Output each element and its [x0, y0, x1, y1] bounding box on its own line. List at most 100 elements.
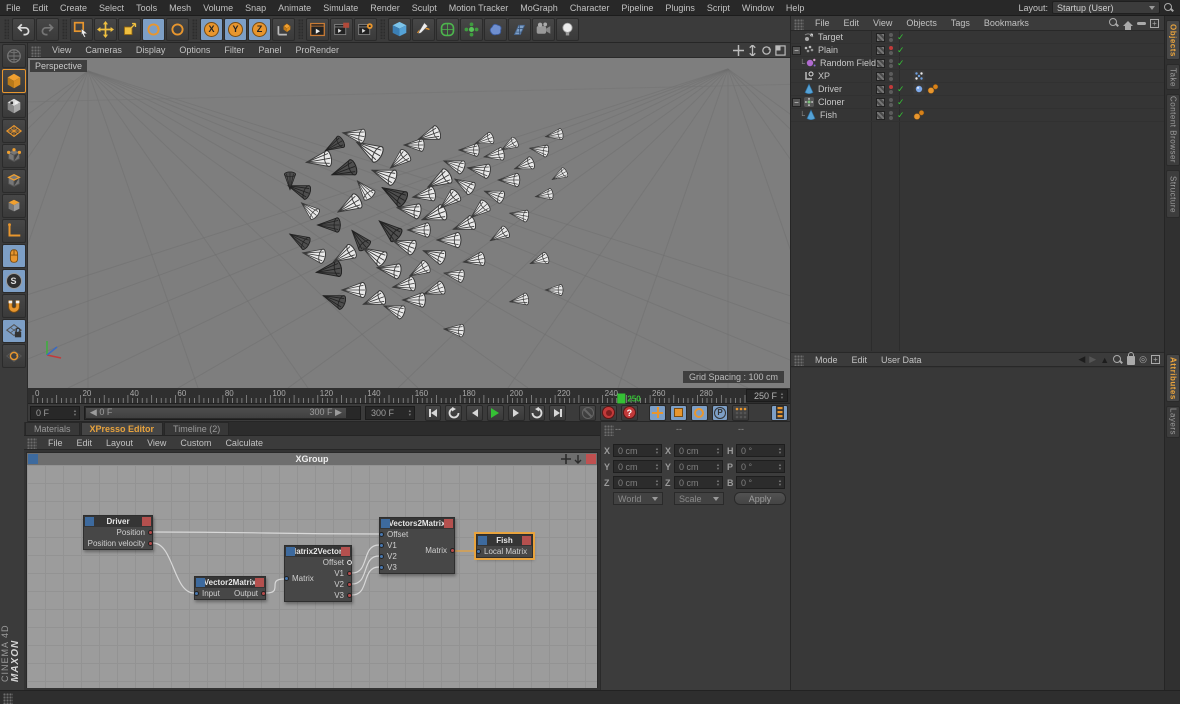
object-row-driver[interactable]: Driver ✓: [791, 83, 1164, 96]
visibility-dot[interactable]: [889, 38, 893, 42]
scene-cone[interactable]: [329, 159, 358, 183]
object-row-fish[interactable]: └Fish✓: [791, 109, 1164, 122]
scene-cone[interactable]: [528, 251, 550, 269]
xpresso-node-driver[interactable]: DriverPositionPosition velocity: [83, 515, 153, 550]
om-menu-view[interactable]: View: [866, 18, 899, 28]
enabled-check[interactable]: ✓: [897, 97, 907, 108]
dynamics-tag-icon[interactable]: [927, 83, 939, 97]
viewport-menu-panel[interactable]: Panel: [251, 45, 288, 55]
toggle-single-view-icon[interactable]: [775, 45, 786, 56]
camera-button[interactable]: [532, 18, 555, 41]
preview-start-field[interactable]: 0 F ▲▼: [30, 406, 80, 420]
visibility-dot[interactable]: [889, 98, 893, 102]
layout-select[interactable]: Startup (User): [1052, 1, 1160, 14]
spinner-arrows-icon[interactable]: ▲▼: [778, 463, 782, 471]
spinner-arrows-icon[interactable]: ▲▼: [716, 463, 720, 471]
scale-tool-button[interactable]: [118, 18, 141, 41]
object-name[interactable]: Fish: [820, 110, 837, 120]
coords-scale-x-field[interactable]: 0 cm▲▼: [674, 444, 723, 457]
layer-swatch[interactable]: [876, 72, 885, 81]
main-menu-sculpt[interactable]: Sculpt: [406, 3, 443, 13]
enabled-check[interactable]: ✓: [897, 84, 907, 95]
zoom-view-icon[interactable]: [747, 45, 758, 56]
attr-menu-mode[interactable]: Mode: [808, 355, 845, 365]
xpresso-menu-edit[interactable]: Edit: [70, 438, 100, 448]
enabled-check[interactable]: ✓: [897, 32, 907, 43]
redo-button[interactable]: [36, 18, 59, 41]
main-menu-create[interactable]: Create: [54, 3, 93, 13]
scene-cone[interactable]: [286, 228, 312, 251]
coords-scale-z-field[interactable]: 0 cm▲▼: [674, 476, 723, 489]
panel-tab-objects[interactable]: Objects: [1166, 20, 1180, 60]
xpresso-menu-layout[interactable]: Layout: [99, 438, 140, 448]
scene-cone[interactable]: [341, 126, 366, 144]
tab-xpresso-editor[interactable]: XPresso Editor: [81, 422, 164, 435]
scene-cone[interactable]: [534, 188, 554, 202]
main-menu-plugins[interactable]: Plugins: [659, 3, 701, 13]
play-backwards-button[interactable]: [445, 405, 462, 421]
visibility-dot[interactable]: [889, 72, 893, 76]
input-port[interactable]: [379, 565, 384, 570]
visibility-dot[interactable]: [889, 64, 893, 68]
input-port[interactable]: [379, 532, 384, 537]
viewport-menu-view[interactable]: View: [45, 45, 78, 55]
render-settings-button[interactable]: [354, 18, 377, 41]
main-menu-tools[interactable]: Tools: [130, 3, 163, 13]
output-port[interactable]: [347, 560, 352, 565]
main-menu-motion-tracker[interactable]: Motion Tracker: [443, 3, 515, 13]
viewport-solo-button[interactable]: [2, 244, 26, 268]
visibility-dot[interactable]: [889, 33, 893, 37]
output-port[interactable]: [347, 571, 352, 576]
main-menu-script[interactable]: Script: [701, 3, 736, 13]
viewport-menu-prorender[interactable]: ProRender: [288, 45, 346, 55]
object-name[interactable]: Driver: [818, 84, 842, 94]
minimize-window-icon[interactable]: [573, 454, 583, 464]
object-name[interactable]: Target: [818, 32, 843, 42]
object-name[interactable]: Cloner: [818, 97, 845, 107]
apply-button[interactable]: Apply: [734, 492, 786, 505]
key-scale-button[interactable]: [670, 405, 687, 421]
scene-cone[interactable]: [317, 218, 340, 232]
key-position-button[interactable]: [649, 405, 666, 421]
input-port[interactable]: [476, 549, 481, 554]
attr-menu-edit[interactable]: Edit: [845, 355, 875, 365]
scene-cone[interactable]: [437, 232, 461, 247]
object-row-random-field[interactable]: └Random Field✓: [791, 57, 1164, 70]
visibility-dot[interactable]: [889, 90, 893, 94]
random-field-icon[interactable]: [805, 57, 817, 69]
enabled-check[interactable]: ✓: [897, 110, 907, 121]
last-tool-button[interactable]: [166, 18, 189, 41]
visibility-dot[interactable]: [889, 77, 893, 81]
main-menu-window[interactable]: Window: [736, 3, 780, 13]
viewport-perspective[interactable]: ViewCamerasDisplayOptionsFilterPanelProR…: [28, 43, 790, 388]
main-menu-character[interactable]: Character: [564, 3, 616, 13]
layer-swatch[interactable]: [876, 85, 885, 94]
keyframe-settings-button[interactable]: [771, 405, 788, 421]
lock-icon[interactable]: [1127, 356, 1135, 365]
scene-cone[interactable]: [443, 267, 465, 283]
visibility-dot[interactable]: [889, 103, 893, 107]
coords-grip[interactable]: [604, 425, 614, 436]
xpresso-node-matrix2vectors[interactable]: Matrix2VectorsOffsetV1V2V3Matrix: [284, 545, 352, 602]
enabled-check[interactable]: ✓: [897, 45, 907, 56]
toolbar-grip[interactable]: [4, 19, 9, 39]
xpresso-node-vectors2matrix[interactable]: Vectors2MatrixOffsetV1V2V3Matrix: [379, 517, 455, 574]
scene-cone[interactable]: [550, 167, 570, 184]
om-search-icon[interactable]: [1109, 18, 1119, 28]
null-xpresso-icon[interactable]: [803, 70, 815, 82]
scene-cone[interactable]: [305, 150, 333, 170]
scene-cone[interactable]: [487, 225, 511, 246]
spinner-arrows-icon[interactable]: ▲▼: [408, 409, 412, 417]
scene-cone[interactable]: [407, 223, 430, 237]
scene-cone[interactable]: [315, 260, 343, 280]
main-menu-mograph[interactable]: MoGraph: [514, 3, 564, 13]
scene-cone[interactable]: [404, 139, 424, 152]
viewport-menu-cameras[interactable]: Cameras: [78, 45, 129, 55]
om-menu-file[interactable]: File: [808, 18, 837, 28]
timeline-range-handle[interactable]: ◀ 0 F 300 F ▶: [86, 408, 346, 418]
om-menu-tags[interactable]: Tags: [944, 18, 977, 28]
visibility-dot[interactable]: [889, 46, 893, 50]
enabled-check[interactable]: ✓: [897, 58, 907, 69]
search-icon[interactable]: [1164, 3, 1174, 13]
preview-end-field[interactable]: 300 F ▲▼: [365, 406, 415, 420]
